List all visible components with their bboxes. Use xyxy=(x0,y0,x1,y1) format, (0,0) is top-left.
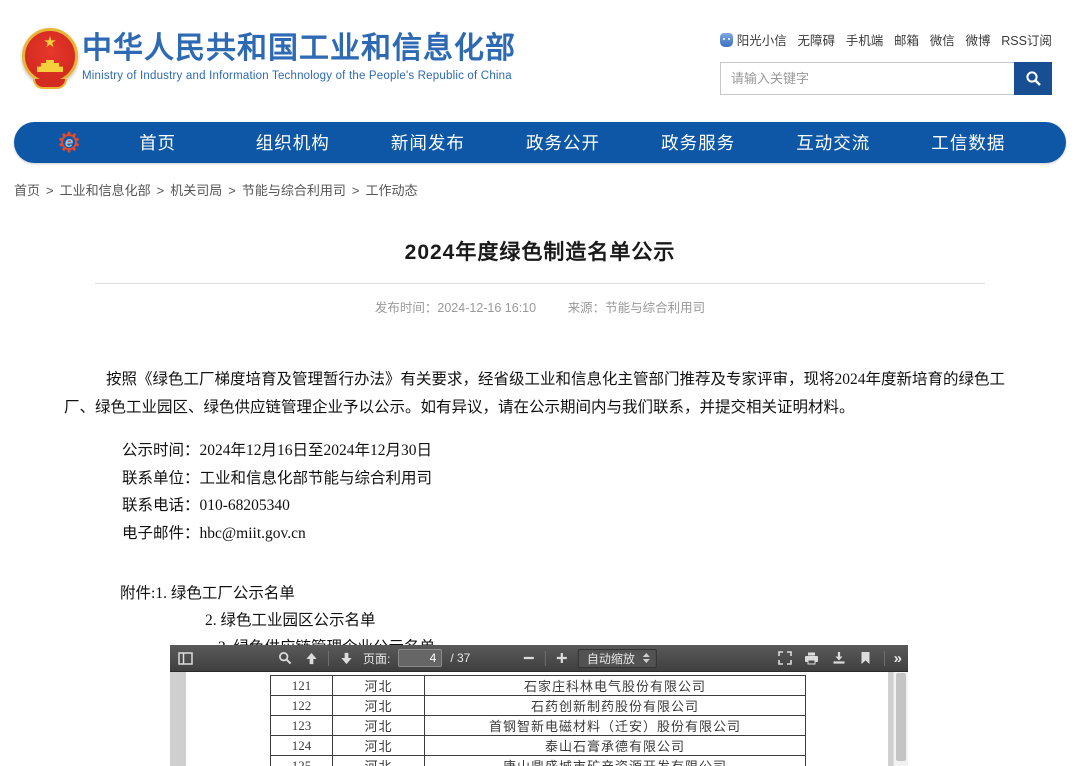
breadcrumb-item[interactable]: 工作动态 xyxy=(365,183,417,198)
zoom-scale-value: 自动缩放 xyxy=(587,650,635,667)
attachment-link-1[interactable]: 1. 绿色工厂公示名单 xyxy=(155,585,295,602)
cell-province: 河北 xyxy=(333,736,425,756)
download-icon[interactable] xyxy=(830,649,848,667)
top-link[interactable]: 阳光小信 xyxy=(737,30,787,49)
search-input[interactable] xyxy=(720,62,1014,95)
zoom-out-icon[interactable] xyxy=(520,649,538,667)
cell-number: 121 xyxy=(271,676,333,696)
search-icon xyxy=(1025,70,1042,87)
cell-province: 河北 xyxy=(333,676,425,696)
contact-line: 联系单位：工业和信息化部节能与综合利用司 xyxy=(122,465,1080,493)
nav-item[interactable]: 组织机构 xyxy=(225,130,360,155)
cell-province: 河北 xyxy=(333,716,425,736)
table-row: 125 河北 唐山鼎盛城市矿产资源开发有限公司 xyxy=(271,756,806,766)
table-row: 121 河北 石家庄科林电气股份有限公司 xyxy=(271,676,806,696)
nav-item[interactable]: 政务公开 xyxy=(495,130,630,155)
article-source: 来源：节能与综合利用司 xyxy=(568,301,706,315)
scrollbar-thumb[interactable] xyxy=(896,673,906,761)
cell-company: 石药创新制药股份有限公司 xyxy=(425,696,806,716)
nav-item[interactable]: 互动交流 xyxy=(766,130,901,155)
nav-items: 首页组织机构新闻发布政务公开政务服务互动交流工信数据 xyxy=(90,130,1036,155)
contact-line: 联系电话：010-68205340 xyxy=(122,492,1080,520)
title-divider xyxy=(95,283,985,284)
sidebar-toggle-icon[interactable] xyxy=(176,649,194,667)
cell-company: 泰山石膏承德有限公司 xyxy=(425,736,806,756)
article-paragraph: 按照《绿色工厂梯度培育及管理暂行办法》有关要求，经省级工业和信息化主管部门推荐及… xyxy=(64,366,1016,422)
breadcrumb-item[interactable]: 首页 xyxy=(14,183,40,198)
table-row: 124 河北 泰山石膏承德有限公司 xyxy=(271,736,806,756)
attachments-label: 附件: xyxy=(120,585,155,602)
emblem-star-icon: ★ xyxy=(43,35,56,50)
zoom-scale-select[interactable]: 自动缩放 xyxy=(578,649,657,668)
green-factory-table: 121 河北 石家庄科林电气股份有限公司 122 河北 石药创新制药股份有限公司… xyxy=(270,675,806,766)
next-page-icon[interactable] xyxy=(337,649,355,667)
pdf-viewer: 页面: / 37 自动缩放 xyxy=(170,645,908,766)
breadcrumb-item[interactable]: 节能与综合利用司 xyxy=(242,183,346,198)
toolbar-more-icon[interactable]: » xyxy=(894,651,902,666)
top-link[interactable]: 邮箱 xyxy=(894,30,919,49)
pdf-page: 121 河北 石家庄科林电气股份有限公司 122 河北 石药创新制药股份有限公司… xyxy=(186,672,888,766)
cell-province: 河北 xyxy=(333,696,425,716)
contact-line: 电子邮件：hbc@miit.gov.cn xyxy=(122,520,1080,548)
contact-block: 公示时间：2024年12月16日至2024年12月30日联系单位：工业和信息化部… xyxy=(122,437,1080,547)
breadcrumb: 首页>工业和信息化部>机关司局>节能与综合利用司>工作动态> xyxy=(14,180,1080,199)
emblem-gate-icon xyxy=(37,60,63,72)
site-header: ★ 中华人民共和国工业和信息化部 Ministry of Industry an… xyxy=(0,0,1080,120)
cell-company: 唐山鼎盛城市矿产资源开发有限公司 xyxy=(425,756,806,766)
top-link[interactable]: 微信 xyxy=(930,30,955,49)
print-icon[interactable] xyxy=(803,649,821,667)
page-title: 2024年度绿色制造名单公示 xyxy=(0,236,1080,266)
breadcrumb-separator: > xyxy=(157,183,165,198)
cell-company: 石家庄科林电气股份有限公司 xyxy=(425,676,806,696)
cell-number: 122 xyxy=(271,696,333,716)
breadcrumb-separator: > xyxy=(46,183,54,198)
bookmark-icon[interactable] xyxy=(857,649,875,667)
previous-page-icon[interactable] xyxy=(302,649,320,667)
nav-item[interactable]: 首页 xyxy=(90,130,225,155)
nav-item[interactable]: 政务服务 xyxy=(631,130,766,155)
attachment-link-2[interactable]: 2. 绿色工业园区公示名单 xyxy=(205,612,376,629)
top-link[interactable]: 微博 xyxy=(965,30,990,49)
contact-line: 公示时间：2024年12月16日至2024年12月30日 xyxy=(122,437,1080,465)
cell-number: 123 xyxy=(271,716,333,736)
page-number-input[interactable] xyxy=(398,649,442,667)
cell-province: 河北 xyxy=(333,756,425,766)
pdf-content-area: 121 河北 石家庄科林电气股份有限公司 122 河北 石药创新制药股份有限公司… xyxy=(170,672,908,766)
cell-number: 125 xyxy=(271,756,333,766)
breadcrumb-separator: > xyxy=(228,183,236,198)
site-title: 中华人民共和国工业和信息化部 xyxy=(82,32,516,67)
nav-item[interactable]: 新闻发布 xyxy=(360,130,495,155)
cell-company: 首钢智新电磁材料（迁安）股份有限公司 xyxy=(425,716,806,736)
top-utility-links: 阳光小信无障碍手机端邮箱微信微博 RSS订阅 xyxy=(720,30,1052,49)
emblem-ribbon xyxy=(33,79,67,89)
breadcrumb-separator: > xyxy=(352,183,360,198)
search-button[interactable] xyxy=(1014,62,1052,95)
article-meta: 发布时间：2024-12-16 16:10 来源：节能与综合利用司 xyxy=(0,297,1080,316)
top-link[interactable]: 手机端 xyxy=(846,30,884,49)
select-spinner-icon xyxy=(643,653,650,663)
national-emblem-logo: ★ xyxy=(22,28,78,84)
page-number-label: 页面: xyxy=(363,650,390,667)
table-row: 123 河北 首钢智新电磁材料（迁安）股份有限公司 xyxy=(271,716,806,736)
zoom-in-icon[interactable] xyxy=(553,649,571,667)
nav-item[interactable]: 工信数据 xyxy=(901,130,1036,155)
cell-number: 124 xyxy=(271,736,333,756)
find-icon[interactable] xyxy=(276,649,294,667)
main-nav: ⚙e 首页组织机构新闻发布政务公开政务服务互动交流工信数据 xyxy=(14,122,1066,163)
presentation-mode-icon[interactable] xyxy=(776,649,794,667)
site-subtitle: Ministry of Industry and Information Tec… xyxy=(82,70,516,82)
mascot-icon xyxy=(720,33,733,47)
top-link[interactable]: RSS订阅 xyxy=(1001,30,1052,49)
publish-time: 发布时间：2024-12-16 16:10 xyxy=(375,301,536,315)
table-row: 122 河北 石药创新制药股份有限公司 xyxy=(271,696,806,716)
breadcrumb-item[interactable]: 机关司局 xyxy=(170,183,222,198)
breadcrumb-item[interactable]: 工业和信息化部 xyxy=(60,183,151,198)
pdf-toolbar: 页面: / 37 自动缩放 xyxy=(170,645,908,672)
pdf-scrollbar[interactable] xyxy=(893,672,908,766)
miit-gear-logo-icon: ⚙e xyxy=(54,128,84,158)
top-link[interactable]: 无障碍 xyxy=(797,30,835,49)
page-total-label: / 37 xyxy=(450,651,470,665)
